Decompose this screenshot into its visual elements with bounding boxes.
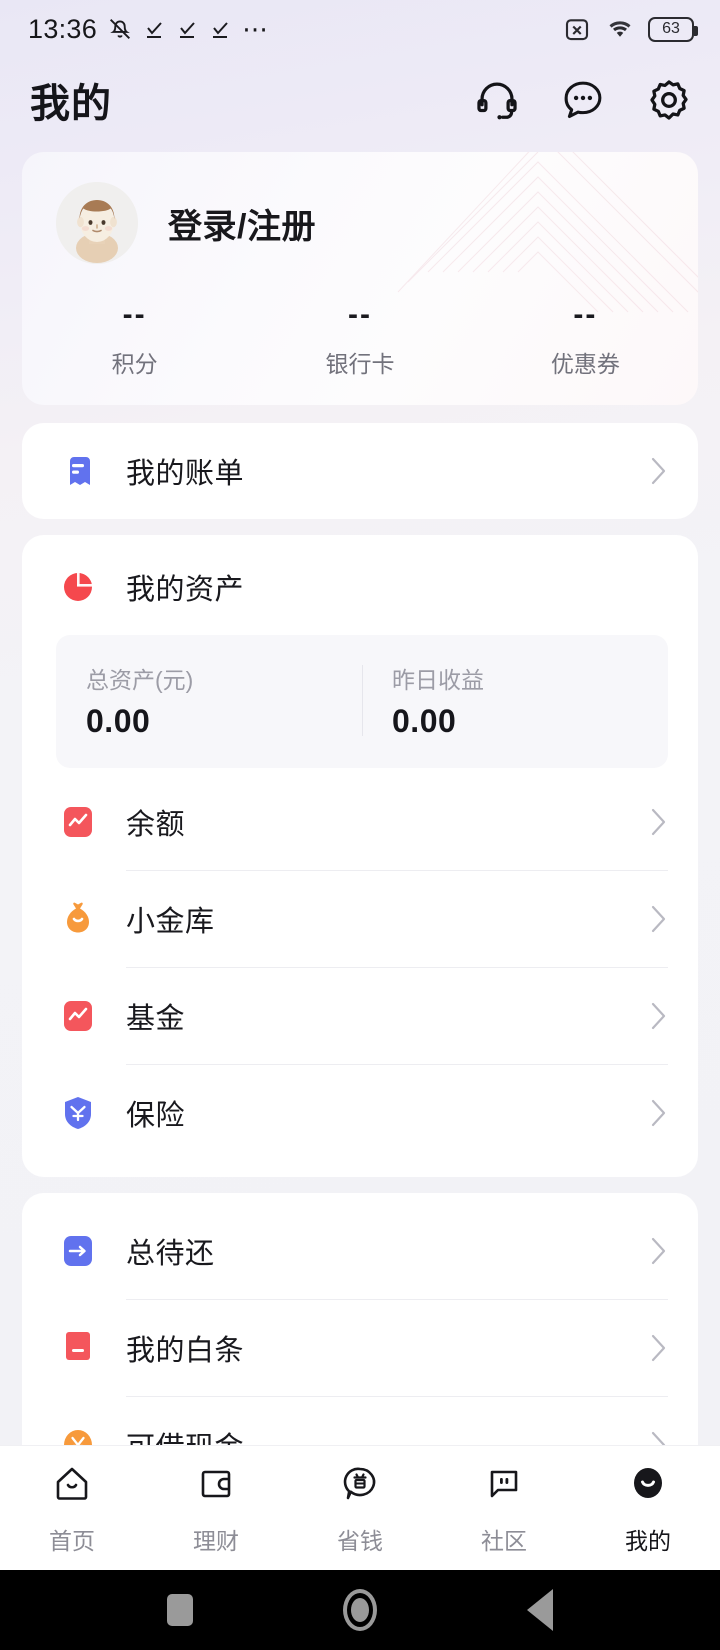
shield-insurance-icon <box>56 1091 100 1135</box>
profile-stats: -- 积分 -- 银行卡 -- 优惠券 <box>22 298 698 379</box>
balance-chart-icon <box>56 800 100 844</box>
list-item-my-bills[interactable]: 我的账单 <box>22 423 698 519</box>
stat-value: -- <box>348 298 372 331</box>
chevron-right-icon <box>650 1098 668 1128</box>
tab-label: 社区 <box>481 1527 527 1554</box>
check-icon <box>209 17 233 41</box>
page-title: 我的 <box>30 82 112 126</box>
pie-chart-icon <box>56 565 100 609</box>
tab-label: 首页 <box>49 1527 95 1554</box>
list-item-label: 余额 <box>126 809 186 841</box>
asset-yesterday-profit: 昨日收益 0.00 <box>362 661 668 740</box>
list-item-label: 总待还 <box>126 1238 215 1270</box>
tab-label: 理财 <box>193 1527 239 1554</box>
status-bar: 13:36 ⋯ 63 <box>0 0 720 58</box>
battery-indicator: 63 <box>648 16 698 42</box>
profile-card[interactable]: 登录/注册 -- 积分 -- 银行卡 -- 优惠券 <box>22 152 698 405</box>
asset-value: 0.00 <box>86 703 151 739</box>
chevron-right-icon <box>650 1236 668 1266</box>
gear-icon[interactable] <box>646 77 692 123</box>
chevron-right-icon <box>650 1333 668 1363</box>
asset-label: 昨日收益 <box>392 667 484 693</box>
repayment-icon <box>56 1229 100 1273</box>
status-bar-time: 13:36 <box>28 13 98 44</box>
tab-label: 省钱 <box>337 1527 383 1554</box>
stat-label: 银行卡 <box>325 351 395 377</box>
bottom-tab-bar: 首页 理财 省钱 社区 我的 <box>0 1445 720 1570</box>
save-money-icon <box>337 1461 383 1512</box>
tab-profile[interactable]: 我的 <box>576 1461 720 1556</box>
list-item-baitiao[interactable]: 我的白条 <box>22 1300 698 1396</box>
asset-label: 总资产(元) <box>86 667 194 693</box>
profile-icon <box>625 1461 671 1512</box>
asset-value: 0.00 <box>392 703 457 739</box>
assets-card-header[interactable]: 我的资产 <box>22 535 698 609</box>
more-dots-icon: ⋯ <box>242 14 271 44</box>
list-item-label: 基金 <box>126 1003 186 1035</box>
message-icon[interactable] <box>560 77 606 123</box>
list-item-insurance[interactable]: 保险 <box>22 1065 698 1161</box>
my-bills-card: 我的账单 <box>22 423 698 519</box>
avatar[interactable] <box>56 182 138 264</box>
app-screen: 13:36 ⋯ 63 我的 登录/注册 -- 积分 -- 银行卡 -- 优惠券 … <box>0 0 720 1650</box>
tab-label: 我的 <box>625 1527 671 1554</box>
list-item-balance[interactable]: 余额 <box>22 774 698 870</box>
list-item-fund[interactable]: 基金 <box>22 968 698 1064</box>
list-item-total-due[interactable]: 总待还 <box>22 1203 698 1299</box>
stat-value: -- <box>573 298 598 331</box>
stat-value: -- <box>122 298 147 331</box>
android-navigation-bar <box>0 1570 720 1650</box>
recents-square-button[interactable] <box>167 1594 193 1626</box>
chevron-right-icon <box>650 904 668 934</box>
check-icon <box>143 17 167 41</box>
list-item-money-jar[interactable]: 小金库 <box>22 871 698 967</box>
stat-label: 优惠券 <box>550 351 620 377</box>
my-assets-card: 我的资产 总资产(元) 0.00 昨日收益 0.00 余额 小金库 基金 保险 <box>22 535 698 1177</box>
chevron-right-icon <box>650 1001 668 1031</box>
assets-summary: 总资产(元) 0.00 昨日收益 0.00 <box>56 635 668 768</box>
headset-icon[interactable] <box>474 77 520 123</box>
list-item-label: 小金库 <box>126 906 215 938</box>
check-icon <box>176 17 200 41</box>
baitiao-icon <box>56 1326 100 1370</box>
fund-chart-icon <box>56 994 100 1038</box>
login-register-button[interactable]: 登录/注册 <box>168 199 316 248</box>
tab-finance[interactable]: 理财 <box>144 1461 288 1556</box>
stat-label: 积分 <box>111 351 158 377</box>
page-header: 我的 <box>0 58 720 142</box>
bill-icon <box>56 449 100 493</box>
tab-home[interactable]: 首页 <box>0 1461 144 1556</box>
mute-icon <box>106 15 134 43</box>
home-icon <box>49 1461 95 1512</box>
assets-card-title: 我的资产 <box>126 574 245 606</box>
tab-community[interactable]: 社区 <box>432 1461 576 1556</box>
stat-bank-card[interactable]: -- 银行卡 <box>247 298 472 379</box>
money-bag-icon <box>56 897 100 941</box>
list-item-label: 我的白条 <box>126 1335 245 1367</box>
asset-total: 总资产(元) 0.00 <box>56 661 362 740</box>
battery-level: 63 <box>662 20 680 37</box>
wifi-icon <box>604 14 636 44</box>
back-triangle-button[interactable] <box>527 1589 553 1631</box>
stat-points[interactable]: -- 积分 <box>22 298 247 379</box>
chevron-right-icon <box>650 807 668 837</box>
list-item-label: 保险 <box>126 1100 186 1132</box>
no-sim-icon <box>562 14 592 44</box>
tab-save-money[interactable]: 省钱 <box>288 1461 432 1556</box>
community-icon <box>481 1461 527 1512</box>
home-circle-button[interactable] <box>343 1589 377 1631</box>
wallet-icon <box>193 1461 239 1512</box>
chevron-right-icon <box>650 456 668 486</box>
stat-coupon[interactable]: -- 优惠券 <box>473 298 698 379</box>
list-item-label: 我的账单 <box>126 458 245 490</box>
